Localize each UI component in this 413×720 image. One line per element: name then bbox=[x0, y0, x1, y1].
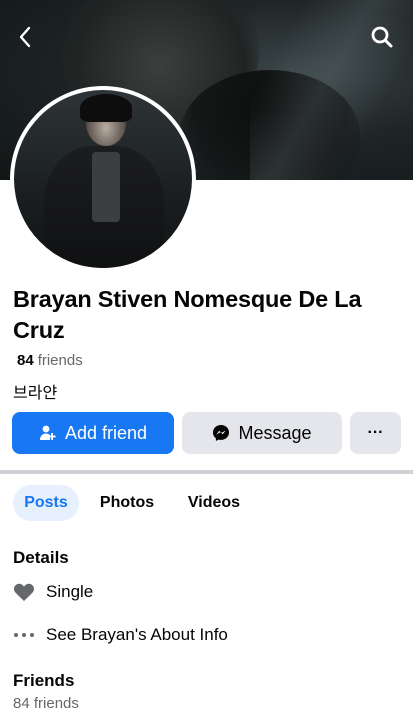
add-friend-button[interactable]: Add friend bbox=[12, 412, 174, 454]
tab-videos[interactable]: Videos bbox=[178, 485, 250, 521]
relationship-text: Single bbox=[46, 582, 94, 601]
person-plus-icon bbox=[39, 425, 56, 440]
friends-count[interactable]: 84 friends bbox=[17, 352, 83, 369]
about-info-link[interactable]: See Brayan's About Info bbox=[13, 624, 228, 646]
messenger-icon bbox=[213, 425, 230, 441]
more-dots-icon bbox=[13, 624, 35, 646]
heart-icon bbox=[13, 581, 35, 603]
add-friend-label: Add friend bbox=[64, 422, 148, 443]
friends-heading: Friends bbox=[13, 671, 75, 690]
message-button[interactable]: Message bbox=[182, 412, 342, 454]
back-button[interactable] bbox=[10, 22, 40, 52]
search-icon bbox=[371, 26, 393, 48]
profile-picture-frame[interactable] bbox=[10, 86, 196, 272]
tab-photos[interactable]: Photos bbox=[92, 485, 162, 521]
more-options-label: ··· bbox=[367, 424, 384, 441]
tab-posts[interactable]: Posts bbox=[13, 485, 79, 521]
search-button[interactable] bbox=[367, 22, 397, 52]
friends-count-number: 84 bbox=[17, 352, 34, 369]
message-label: Message bbox=[238, 422, 312, 443]
more-options-button[interactable]: ··· bbox=[350, 412, 401, 454]
section-divider bbox=[0, 470, 413, 474]
details-heading: Details bbox=[13, 548, 69, 567]
avatar-figure-hair bbox=[80, 94, 132, 122]
avatar-figure-shirt bbox=[92, 152, 120, 222]
about-info-text: See Brayan's About Info bbox=[46, 625, 228, 644]
avatar bbox=[14, 90, 192, 268]
friends-count-label: friends bbox=[37, 352, 83, 369]
tab-videos-label: Videos bbox=[187, 494, 241, 511]
tab-posts-label: Posts bbox=[24, 494, 68, 511]
profile-nickname: 브라얀 bbox=[13, 385, 58, 402]
relationship-status: Single bbox=[13, 581, 93, 603]
tab-photos-label: Photos bbox=[99, 494, 155, 511]
chevron-left-icon bbox=[19, 26, 31, 48]
friends-section-count: 84 friends bbox=[13, 695, 79, 712]
profile-name: Brayan Stiven Nomesque De La Cruz bbox=[13, 286, 362, 343]
